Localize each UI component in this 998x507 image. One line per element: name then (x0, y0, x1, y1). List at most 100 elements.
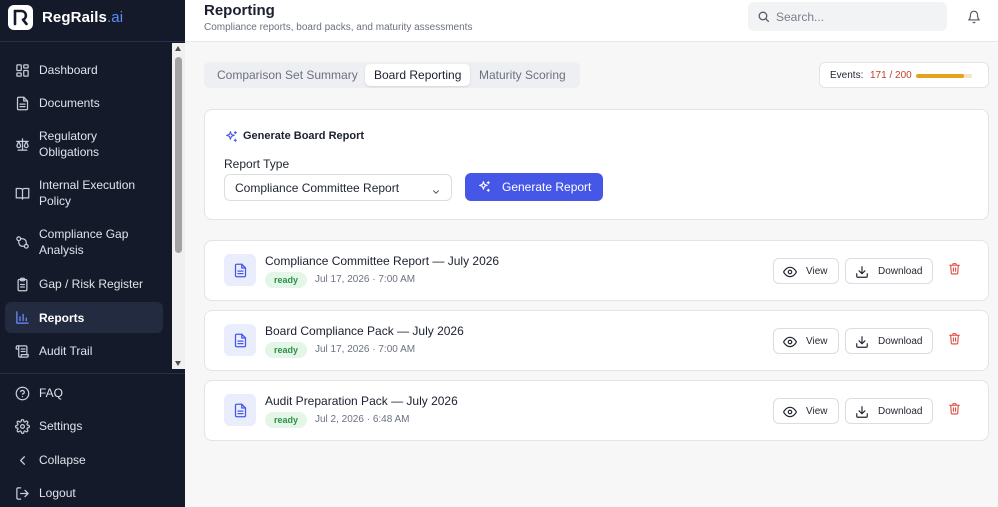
sidebar-item-settings[interactable]: Settings (5, 415, 163, 437)
sidebar-item-regulatory-obligations[interactable]: Regulatory Obligations (5, 127, 163, 161)
sidebar-item-internal-execution-policy[interactable]: Internal Execution Policy (5, 176, 163, 210)
clipboard-icon (14, 276, 31, 293)
sidebar-item-reports[interactable]: Reports (5, 302, 163, 333)
trash-icon (948, 332, 961, 350)
sparkles-icon (478, 180, 491, 198)
file-text-icon (224, 324, 256, 356)
sidebar-item-dashboard[interactable]: Dashboard (5, 59, 163, 81)
report-date: Jul 2, 2026 · 6:48 AM (315, 414, 410, 425)
report-card: Board Compliance Pack — July 2026 ready … (204, 310, 989, 371)
events-label: Events: (830, 70, 864, 81)
delete-button[interactable] (945, 262, 963, 280)
sidebar-item-label: Collapse (39, 453, 86, 467)
eye-icon (783, 335, 797, 354)
sidebar: RegRails.ai Dashboard Documents Regulato… (0, 0, 185, 507)
sidebar-item-label: Regulatory Obligations (39, 129, 100, 159)
view-button[interactable]: View (773, 328, 839, 354)
generate-report-button[interactable]: Generate Report (465, 173, 603, 201)
view-label: View (806, 336, 828, 347)
generate-report-card: Generate Board Report Report Type Compli… (204, 109, 989, 220)
sidebar-item-label: Logout (39, 486, 76, 500)
tab-comparison-set-summary[interactable]: Comparison Set Summary (208, 64, 367, 86)
sidebar-item-logout[interactable]: Logout (5, 482, 163, 504)
report-title: Compliance Committee Report — July 2026 (265, 254, 500, 268)
tab-board-reporting[interactable]: Board Reporting (365, 64, 471, 86)
download-label: Download (878, 336, 923, 347)
view-button[interactable]: View (773, 398, 839, 424)
page-subtitle: Compliance reports, board packs, and mat… (204, 22, 473, 33)
report-type-label: Report Type (224, 157, 290, 171)
report-date: Jul 17, 2026 · 7:00 AM (315, 274, 416, 285)
file-text-icon (224, 394, 256, 426)
sidebar-scrollbar[interactable] (172, 43, 185, 369)
search-box[interactable] (748, 2, 947, 31)
sidebar-item-collapse[interactable]: Collapse (5, 449, 163, 471)
sparkles-icon (225, 130, 238, 148)
download-button[interactable]: Download (845, 398, 933, 424)
events-count: 171 / 200 (870, 70, 912, 81)
eye-icon (783, 265, 797, 284)
document-icon (14, 95, 31, 112)
events-progress-fill (916, 74, 964, 78)
scale-icon (14, 136, 31, 153)
sidebar-nav: Dashboard Documents Regulatory Obligatio… (0, 43, 185, 369)
sidebar-item-label: Audit Trail (39, 344, 93, 358)
git-compare-icon (14, 234, 31, 251)
trash-icon (948, 402, 961, 420)
scroll-down-icon[interactable] (175, 361, 181, 366)
sidebar-item-label: FAQ (39, 386, 64, 400)
scroll-up-icon[interactable] (175, 46, 181, 51)
sidebar-item-label: Reports (39, 310, 85, 325)
chevron-down-icon (431, 184, 441, 202)
download-button[interactable]: Download (845, 258, 933, 284)
sidebar-item-label: Gap / Risk Register (39, 277, 144, 291)
file-text-icon (224, 254, 256, 286)
sidebar-item-label: Internal Execution Policy (39, 178, 136, 208)
page-title: Reporting (204, 2, 275, 19)
eye-icon (783, 405, 797, 424)
download-icon (855, 265, 869, 284)
chevron-left-icon (14, 452, 31, 469)
view-button[interactable]: View (773, 258, 839, 284)
tab-maturity-scoring[interactable]: Maturity Scoring (470, 64, 575, 86)
events-usage: Events: 171 / 200 (819, 62, 989, 88)
search-input[interactable] (776, 8, 936, 25)
bar-chart-icon (14, 309, 31, 326)
download-label: Download (878, 266, 923, 277)
report-card: Audit Preparation Pack — July 2026 ready… (204, 380, 989, 441)
sidebar-item-compliance-gap-analysis[interactable]: Compliance Gap Analysis (5, 225, 163, 259)
report-type-select[interactable]: Compliance Committee Report (224, 174, 452, 201)
gear-icon (14, 418, 31, 435)
scroll-icon (14, 343, 31, 360)
trash-icon (948, 262, 961, 280)
sidebar-item-label: Settings (39, 419, 83, 433)
book-icon (14, 185, 31, 202)
sidebar-item-gap-risk-register[interactable]: Gap / Risk Register (5, 273, 163, 295)
events-progress-bar (916, 74, 972, 78)
generate-card-title: Generate Board Report (243, 130, 365, 142)
dashboard-icon (14, 62, 31, 79)
generate-report-label: Generate Report (502, 180, 592, 194)
sidebar-item-faq[interactable]: FAQ (5, 382, 163, 404)
delete-button[interactable] (945, 402, 963, 420)
sidebar-item-documents[interactable]: Documents (5, 92, 163, 114)
report-tabs: Comparison Set Summary Board Reporting M… (204, 62, 580, 88)
status-badge: ready (265, 272, 308, 288)
sidebar-item-label: Compliance Gap Analysis (39, 227, 129, 257)
scrollbar-thumb[interactable] (175, 57, 182, 253)
brand-name: RegRails.ai (42, 8, 124, 26)
download-icon (855, 405, 869, 424)
divider (0, 41, 185, 42)
view-label: View (806, 266, 828, 277)
status-badge: ready (265, 342, 308, 358)
download-button[interactable]: Download (845, 328, 933, 354)
sidebar-item-audit-trail[interactable]: Audit Trail (5, 340, 163, 362)
page-header: Reporting Compliance reports, board pack… (185, 0, 998, 42)
brand[interactable]: RegRails.ai (8, 4, 123, 30)
report-title: Audit Preparation Pack — July 2026 (265, 394, 458, 408)
bell-icon[interactable] (967, 10, 981, 29)
sidebar-item-label: Dashboard (39, 63, 98, 77)
sidebar-item-label: Documents (39, 96, 100, 110)
delete-button[interactable] (945, 332, 963, 350)
logout-icon (14, 485, 31, 502)
